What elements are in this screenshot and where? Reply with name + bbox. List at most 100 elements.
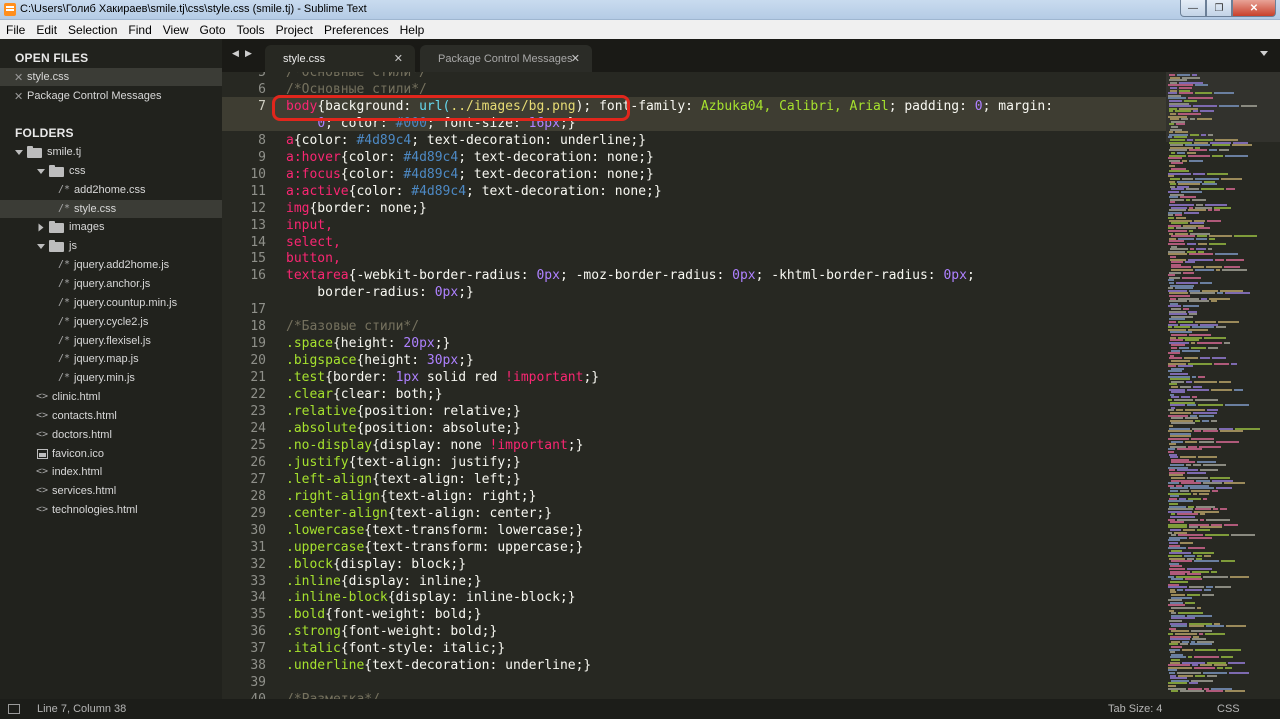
- tab-package-control-messages[interactable]: Package Control Messages ✕: [420, 45, 592, 72]
- folder-open-icon: [49, 240, 64, 253]
- code-token: #4d89c4: [403, 149, 459, 165]
- minimap-line: [1211, 300, 1217, 303]
- menu-item-find[interactable]: Find: [122, 23, 156, 37]
- tab-size-indicator[interactable]: Tab Size: 4: [1108, 703, 1162, 715]
- minimap-line: [1218, 321, 1239, 323]
- menu-item-selection[interactable]: Selection: [62, 23, 122, 37]
- file-item[interactable]: favicon.ico: [0, 445, 222, 463]
- code-token: input,: [286, 217, 333, 233]
- minimap-line: [1211, 570, 1217, 573]
- minimap-line: [1171, 607, 1195, 609]
- menu-item-tools[interactable]: Tools: [231, 23, 270, 37]
- file-item[interactable]: /* jquery.min.js: [0, 369, 222, 387]
- open-file-item[interactable]: ✕ style.css: [0, 68, 222, 86]
- minimap-line: [1191, 341, 1195, 344]
- collapse-arrow-icon[interactable]: [37, 168, 45, 174]
- code-file-icon: <>: [36, 391, 49, 403]
- menu-item-edit[interactable]: Edit: [30, 23, 62, 37]
- close-file-icon[interactable]: ✕: [14, 71, 23, 84]
- tab-nav-left-icon[interactable]: ◀: [232, 48, 239, 59]
- file-item[interactable]: /* jquery.countup.min.js: [0, 294, 222, 312]
- menu-item-view[interactable]: View: [157, 23, 194, 37]
- line-number: 27: [250, 471, 266, 487]
- code-token: .inline-block: [286, 590, 388, 606]
- code-token: {border:: [325, 370, 396, 386]
- file-item[interactable]: /* style.css: [0, 199, 222, 218]
- code-line: a{color: #4d89c4; text-decoration: under…: [286, 133, 646, 148]
- code-token: {background:: [317, 98, 420, 114]
- code-token: ; text-decoration: none;}: [466, 183, 662, 199]
- menu-item-goto[interactable]: Goto: [194, 23, 231, 37]
- minimap-line: [1184, 211, 1199, 214]
- menu-item-preferences[interactable]: Preferences: [318, 23, 394, 37]
- minimap-line: [1204, 555, 1211, 557]
- file-item[interactable]: <> contacts.html: [0, 407, 222, 425]
- file-item[interactable]: /* add2home.css: [0, 181, 222, 199]
- folder-item[interactable]: css: [0, 162, 222, 180]
- code-token: /*Основные стили*/: [286, 72, 427, 80]
- menu-item-help[interactable]: Help: [394, 23, 430, 37]
- line-number: 23: [250, 404, 266, 419]
- code-token: ;}: [434, 336, 451, 352]
- code-token: {position: relative;}: [356, 404, 521, 419]
- close-tab-icon[interactable]: ✕: [394, 52, 403, 65]
- folder-item[interactable]: smile.tj: [0, 143, 222, 161]
- maximize-button[interactable]: ❐: [1206, 0, 1232, 17]
- code-token: ; text-decoration: underline;}: [411, 132, 647, 148]
- minimap[interactable]: [1166, 72, 1280, 699]
- minimap-line: [1189, 159, 1203, 162]
- line-number: 39: [250, 675, 266, 691]
- file-item[interactable]: /* jquery.cycle2.js: [0, 313, 222, 331]
- tab-style-css[interactable]: style.css ✕: [265, 45, 415, 72]
- file-item[interactable]: /* jquery.flexisel.js: [0, 332, 222, 350]
- code-token: ;}: [583, 370, 600, 386]
- tree-item-label: index.html: [52, 466, 103, 479]
- minimap-line: [1231, 362, 1237, 365]
- close-file-icon[interactable]: ✕: [14, 90, 23, 103]
- file-item[interactable]: <> doctors.html: [0, 426, 222, 444]
- file-item[interactable]: <> services.html: [0, 482, 222, 500]
- code-token: .block: [286, 556, 333, 572]
- code-editor[interactable]: 5 6 7 8 9 10 11 12 13 14 15 16 17 18 19 20 21 22 23 24 25 26 2…: [222, 72, 1166, 699]
- folder-item[interactable]: js: [0, 237, 222, 255]
- folder-item[interactable]: images: [0, 218, 222, 236]
- code-token: /*Разметка*/: [286, 692, 380, 699]
- open-file-item[interactable]: ✕ Package Control Messages: [0, 87, 222, 105]
- code-token: {display: inline;}: [340, 573, 482, 589]
- minimap-line: [1185, 261, 1195, 264]
- minimap-line: [1194, 380, 1217, 383]
- file-item[interactable]: /* jquery.map.js: [0, 350, 222, 368]
- code-line: .absolute{position: absolute;}: [286, 421, 521, 436]
- code-token: /*Основные стили*/: [286, 81, 427, 97]
- folder-open-icon: [49, 164, 64, 177]
- minimap-line: [1189, 253, 1213, 256]
- collapse-arrow-icon[interactable]: [37, 244, 45, 250]
- minimap-line: [1198, 404, 1223, 407]
- file-item[interactable]: <> technologies.html: [0, 501, 222, 519]
- close-window-button[interactable]: ✕: [1232, 0, 1276, 17]
- minimap-line: [1199, 414, 1214, 417]
- code-token: .absolute: [286, 420, 357, 436]
- syntax-indicator[interactable]: CSS: [1217, 703, 1240, 715]
- file-item[interactable]: /* jquery.add2home.js: [0, 256, 222, 274]
- menu-item-file[interactable]: File: [0, 23, 30, 37]
- line-number: 33: [250, 573, 266, 589]
- code-token: {text-align: left;}: [372, 471, 521, 487]
- minimap-line: [1222, 269, 1247, 271]
- tab-nav-right-icon[interactable]: ▶: [245, 48, 252, 59]
- code-token: ); font-family:: [575, 98, 701, 114]
- minimap-line: [1216, 269, 1220, 271]
- expand-arrow-icon[interactable]: [38, 223, 44, 232]
- menu-item-project[interactable]: Project: [270, 23, 318, 37]
- tab-list-dropdown-icon[interactable]: [1260, 51, 1268, 56]
- close-tab-icon[interactable]: ✕: [571, 52, 580, 65]
- code-token: 0: [974, 98, 983, 114]
- file-item[interactable]: <> clinic.html: [0, 388, 222, 406]
- minimap-line: [1208, 133, 1213, 136]
- minimize-button[interactable]: —: [1180, 0, 1206, 17]
- minimap-line: [1198, 227, 1210, 230]
- file-item[interactable]: /* jquery.anchor.js: [0, 275, 222, 293]
- panel-toggle-icon[interactable]: [8, 704, 20, 714]
- file-item[interactable]: <> index.html: [0, 463, 222, 481]
- collapse-arrow-icon[interactable]: [15, 150, 23, 155]
